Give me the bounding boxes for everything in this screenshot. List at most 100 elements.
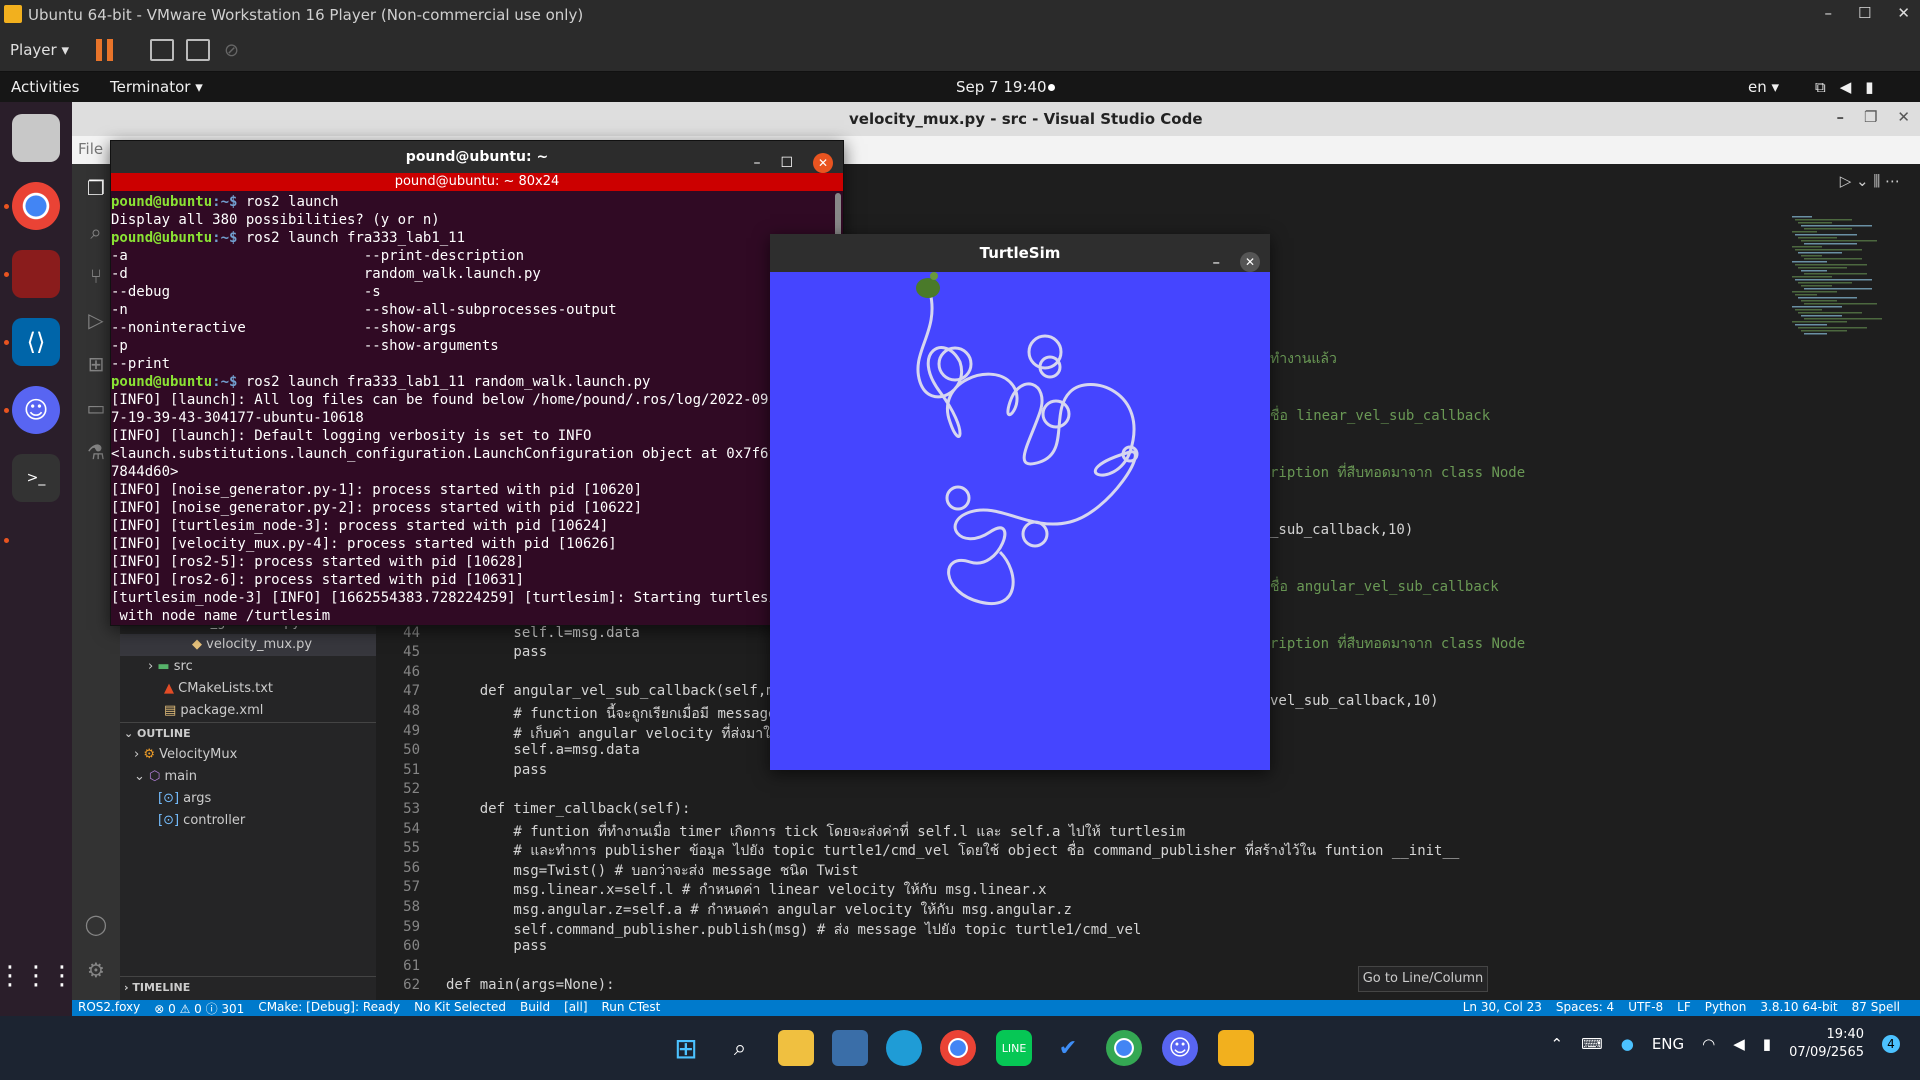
input-language[interactable]: en ▾: [1748, 78, 1779, 96]
discord-icon[interactable]: ☺: [12, 386, 60, 434]
outline-item[interactable]: ⌄ ⬡ main: [120, 766, 376, 788]
discord-icon[interactable]: ☺: [1162, 1030, 1198, 1066]
taskbar-clock[interactable]: 19:40 07/09/2565: [1789, 1026, 1864, 1062]
timeline-header[interactable]: › TIMELINE: [120, 976, 376, 998]
outline-item[interactable]: [⊙] controller: [120, 810, 376, 832]
minimize-button[interactable]: –: [1836, 108, 1844, 126]
wifi-icon[interactable]: ◠: [1702, 1035, 1715, 1053]
go-to-line-tooltip[interactable]: Go to Line/Column: [1358, 966, 1488, 992]
editor-actions[interactable]: ▷ ⌄ ⫼ ⋯: [1840, 172, 1900, 190]
fullscreen-icon[interactable]: [186, 39, 210, 61]
app-menu[interactable]: Terminator ▾: [110, 78, 203, 96]
turtlesim-window[interactable]: TurtleSim – ✕: [770, 234, 1270, 770]
line-number: 62: [403, 977, 420, 994]
maximize-button[interactable]: ☐: [1858, 4, 1871, 22]
status-item[interactable]: ⊗ 0 ⚠ 0 ⓘ 301: [154, 1000, 244, 1017]
remote-explorer-icon[interactable]: ▭: [84, 396, 108, 420]
output-text: [INFO] [turtlesim_node-3]: process start…: [111, 518, 609, 534]
settings-gear-icon[interactable]: ⚙: [84, 958, 108, 982]
terminal-output-line: [turtlesim_node-3] [INFO] [1662554383.72…: [111, 589, 833, 607]
status-item[interactable]: 3.8.10 64-bit: [1760, 1000, 1837, 1014]
file-explorer-icon[interactable]: [778, 1030, 814, 1066]
close-button[interactable]: ✕: [813, 153, 833, 173]
status-item[interactable]: Build: [520, 1000, 550, 1017]
file-item[interactable]: ▤ package.xml: [120, 700, 376, 722]
code-fragment: ription ที่สืบทอดมาจาก class Node: [1270, 636, 1526, 652]
keyboard-icon[interactable]: ⌨: [1581, 1035, 1603, 1053]
outline-header[interactable]: ⌄ OUTLINE: [120, 722, 376, 744]
terminal-icon[interactable]: >_: [12, 454, 60, 502]
chevron-down-icon: ⌄: [124, 727, 138, 740]
microphone-icon[interactable]: ●: [1621, 1035, 1634, 1053]
terminator-icon[interactable]: [12, 250, 60, 298]
status-item[interactable]: CMake: [Debug]: Ready: [258, 1000, 400, 1017]
search-icon[interactable]: ⌕: [84, 220, 108, 244]
menu-file[interactable]: File: [78, 140, 103, 158]
close-button[interactable]: ✕: [1897, 4, 1910, 22]
chrome-profile-icon[interactable]: [1106, 1030, 1142, 1066]
turtle-path: [1021, 520, 1049, 548]
folder-item[interactable]: › ▬ src: [120, 656, 376, 678]
minimap-line: [1804, 333, 1827, 335]
vmware-icon[interactable]: [1218, 1030, 1254, 1066]
chrome-icon[interactable]: [12, 182, 60, 230]
status-item[interactable]: Spaces: 4: [1556, 1000, 1614, 1014]
status-item[interactable]: Run CTest: [602, 1000, 661, 1017]
close-button[interactable]: ✕: [1897, 108, 1910, 126]
status-item[interactable]: Ln 30, Col 23: [1463, 1000, 1542, 1014]
volume-icon[interactable]: ◀: [1733, 1035, 1745, 1053]
file-item-active[interactable]: ◆ velocity_mux.py: [120, 634, 376, 656]
terminal-title-bar[interactable]: pound@ubuntu: ~ – ☐ ✕: [111, 141, 843, 173]
line-icon[interactable]: LINE: [996, 1030, 1032, 1066]
status-item[interactable]: UTF-8: [1628, 1000, 1663, 1014]
battery-icon[interactable]: ▮: [1763, 1035, 1771, 1053]
start-icon[interactable]: ⊞: [668, 1030, 704, 1066]
notification-badge[interactable]: 4: [1882, 1035, 1900, 1053]
system-tray[interactable]: ⧉ ◀ ▮: [1815, 78, 1874, 96]
show-apps-icon[interactable]: ⋮⋮⋮: [0, 952, 75, 1000]
search-icon[interactable]: ⌕: [722, 1030, 758, 1066]
activities-button[interactable]: Activities: [11, 78, 79, 96]
chrome-icon[interactable]: [940, 1030, 976, 1066]
close-button[interactable]: ✕: [1240, 252, 1260, 272]
status-item[interactable]: ROS2.foxy: [78, 1000, 140, 1017]
todo-icon[interactable]: ✔: [1050, 1030, 1086, 1066]
pause-icon[interactable]: [96, 39, 116, 61]
prompt-user: pound@ubuntu: [111, 230, 213, 246]
photos-icon[interactable]: [832, 1030, 868, 1066]
extensions-icon[interactable]: ⊞: [84, 352, 108, 376]
file-item[interactable]: ▲ CMakeLists.txt: [120, 678, 376, 700]
minimap-line: [1795, 234, 1857, 236]
terminal-output[interactable]: pound@ubuntu:~$ ros2 launch Display all 3…: [111, 193, 833, 625]
line-number: 54: [403, 820, 420, 837]
status-item[interactable]: 87 Spell: [1852, 1000, 1900, 1014]
status-item[interactable]: Python: [1705, 1000, 1747, 1014]
taskbar-tray[interactable]: ⌃ ⌨ ● ENG ◠ ◀ ▮ 19:40 07/09/2565 4: [1551, 1026, 1900, 1062]
explorer-icon[interactable]: ❐: [84, 176, 108, 200]
restore-button[interactable]: ❐: [1864, 108, 1877, 126]
line-number: 45: [403, 644, 420, 661]
files-icon[interactable]: [12, 114, 60, 162]
clock[interactable]: Sep 7 19:40: [956, 78, 1047, 96]
testing-icon[interactable]: ⚗: [84, 440, 108, 464]
account-icon[interactable]: ◯: [84, 912, 108, 936]
run-debug-icon[interactable]: ▷: [84, 308, 108, 332]
turtlesim-title-bar[interactable]: TurtleSim – ✕: [770, 234, 1270, 272]
terminator-window[interactable]: pound@ubuntu: ~ – ☐ ✕ pound@ubuntu: ~ 80…: [110, 140, 844, 626]
status-item[interactable]: No Kit Selected: [414, 1000, 506, 1017]
send-ctrl-alt-del-icon[interactable]: [150, 39, 174, 61]
minimap[interactable]: [1788, 216, 1908, 366]
minimize-button[interactable]: –: [1824, 4, 1832, 22]
outline-item[interactable]: › ⚙ VelocityMux: [120, 744, 376, 766]
source-control-icon[interactable]: ⑂: [84, 264, 108, 288]
code-fragment: _sub_callback,10): [1270, 522, 1414, 538]
status-item[interactable]: [all]: [564, 1000, 587, 1017]
edge-icon[interactable]: [886, 1030, 922, 1066]
chevron-up-icon[interactable]: ⌃: [1551, 1035, 1564, 1053]
status-item[interactable]: LF: [1677, 1000, 1691, 1014]
player-menu-button[interactable]: Player ▾: [10, 41, 69, 59]
outline-item[interactable]: [⊙] args: [120, 788, 376, 810]
unity-icon[interactable]: ⊘: [224, 40, 239, 61]
language-indicator[interactable]: ENG: [1652, 1035, 1684, 1053]
vscode-icon[interactable]: ⟨⟩: [12, 318, 60, 366]
